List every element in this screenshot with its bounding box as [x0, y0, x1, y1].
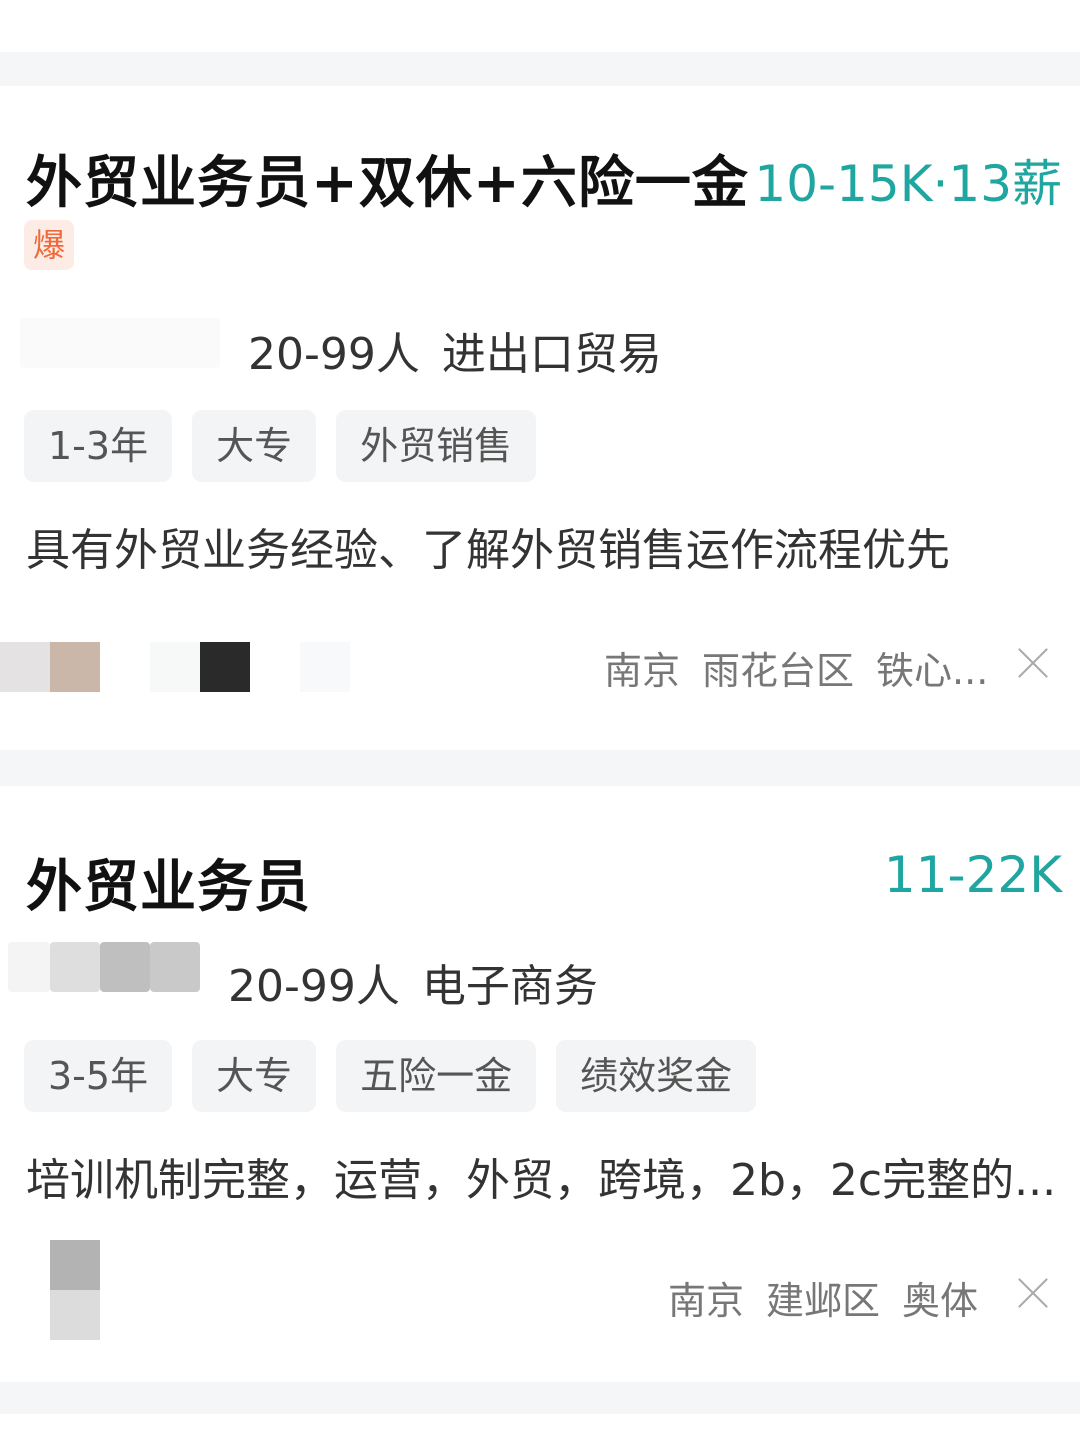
company-name-blurred — [50, 942, 100, 992]
company-info: 20-99人 电子商务 — [228, 950, 620, 1014]
job-card[interactable]: 外贸业务员+双休+六险一金 10-15K·13薪 爆 20-99人 进出口贸易 1… — [0, 86, 1080, 750]
job-location: 南京 雨花台区 铁心... — [604, 640, 988, 695]
close-icon[interactable] — [1016, 646, 1050, 680]
hot-badge: 爆 — [24, 220, 74, 270]
recruiter-avatar-blurred — [50, 1240, 100, 1290]
salary: 10-15K·13薪 — [754, 155, 1062, 213]
location-city: 南京 — [668, 1279, 745, 1323]
tag-list: 3-5年 大专 五险一金 绩效奖金 — [24, 1040, 757, 1112]
recruiter-avatar-blurred — [150, 642, 200, 692]
company-size: 20-99人 — [248, 329, 420, 380]
previous-card-bottom — [0, 0, 1080, 52]
tag-list: 1-3年 大专 外贸销售 — [24, 410, 537, 482]
location-area: 奥体 — [902, 1279, 979, 1323]
location-area: 铁心... — [876, 649, 989, 693]
recruiter-avatar-blurred — [50, 642, 100, 692]
job-title: 外贸业务员 — [26, 855, 311, 920]
tag-experience: 1-3年 — [24, 410, 173, 482]
company-info: 20-99人 进出口贸易 — [248, 318, 684, 382]
next-card-top — [0, 1414, 1080, 1440]
job-description: 具有外贸业务经验、了解外贸销售运作流程优先 — [26, 525, 950, 576]
company-name-blurred — [150, 942, 200, 992]
company-name-blurred — [100, 942, 150, 992]
tag-category: 外贸销售 — [336, 410, 537, 482]
job-location: 南京 建邺区 奥体 — [668, 1270, 978, 1325]
salary: 11-22K — [883, 846, 1062, 904]
job-description: 培训机制完整，运营，外贸，跨境，2b，2c完整的... — [26, 1155, 1056, 1206]
company-industry: 电子商务 — [421, 961, 598, 1012]
tag-experience: 3-5年 — [24, 1040, 173, 1112]
recruiter-avatar-blurred — [300, 642, 350, 692]
tag-education: 大专 — [192, 1040, 317, 1112]
recruiter-avatar-blurred — [0, 642, 50, 692]
tag-benefit: 五险一金 — [336, 1040, 537, 1112]
tag-benefit: 绩效奖金 — [556, 1040, 757, 1112]
location-district: 雨花台区 — [702, 649, 855, 693]
tag-education: 大专 — [192, 410, 317, 482]
location-city: 南京 — [604, 649, 681, 693]
job-title: 外贸业务员+双休+六险一金 — [26, 151, 749, 216]
company-size: 20-99人 — [228, 961, 400, 1012]
recruiter-avatar-blurred — [200, 642, 250, 692]
location-district: 建邺区 — [766, 1279, 881, 1323]
close-icon[interactable] — [1016, 1276, 1050, 1310]
job-card[interactable]: 外贸业务员 11-22K 20-99人 电子商务 3-5年 大专 五险一金 绩效奖… — [0, 786, 1080, 1382]
company-name-blurred — [8, 942, 50, 992]
recruiter-avatar-blurred — [50, 1290, 100, 1340]
company-name-blurred — [20, 318, 220, 368]
company-industry: 进出口贸易 — [441, 329, 662, 380]
